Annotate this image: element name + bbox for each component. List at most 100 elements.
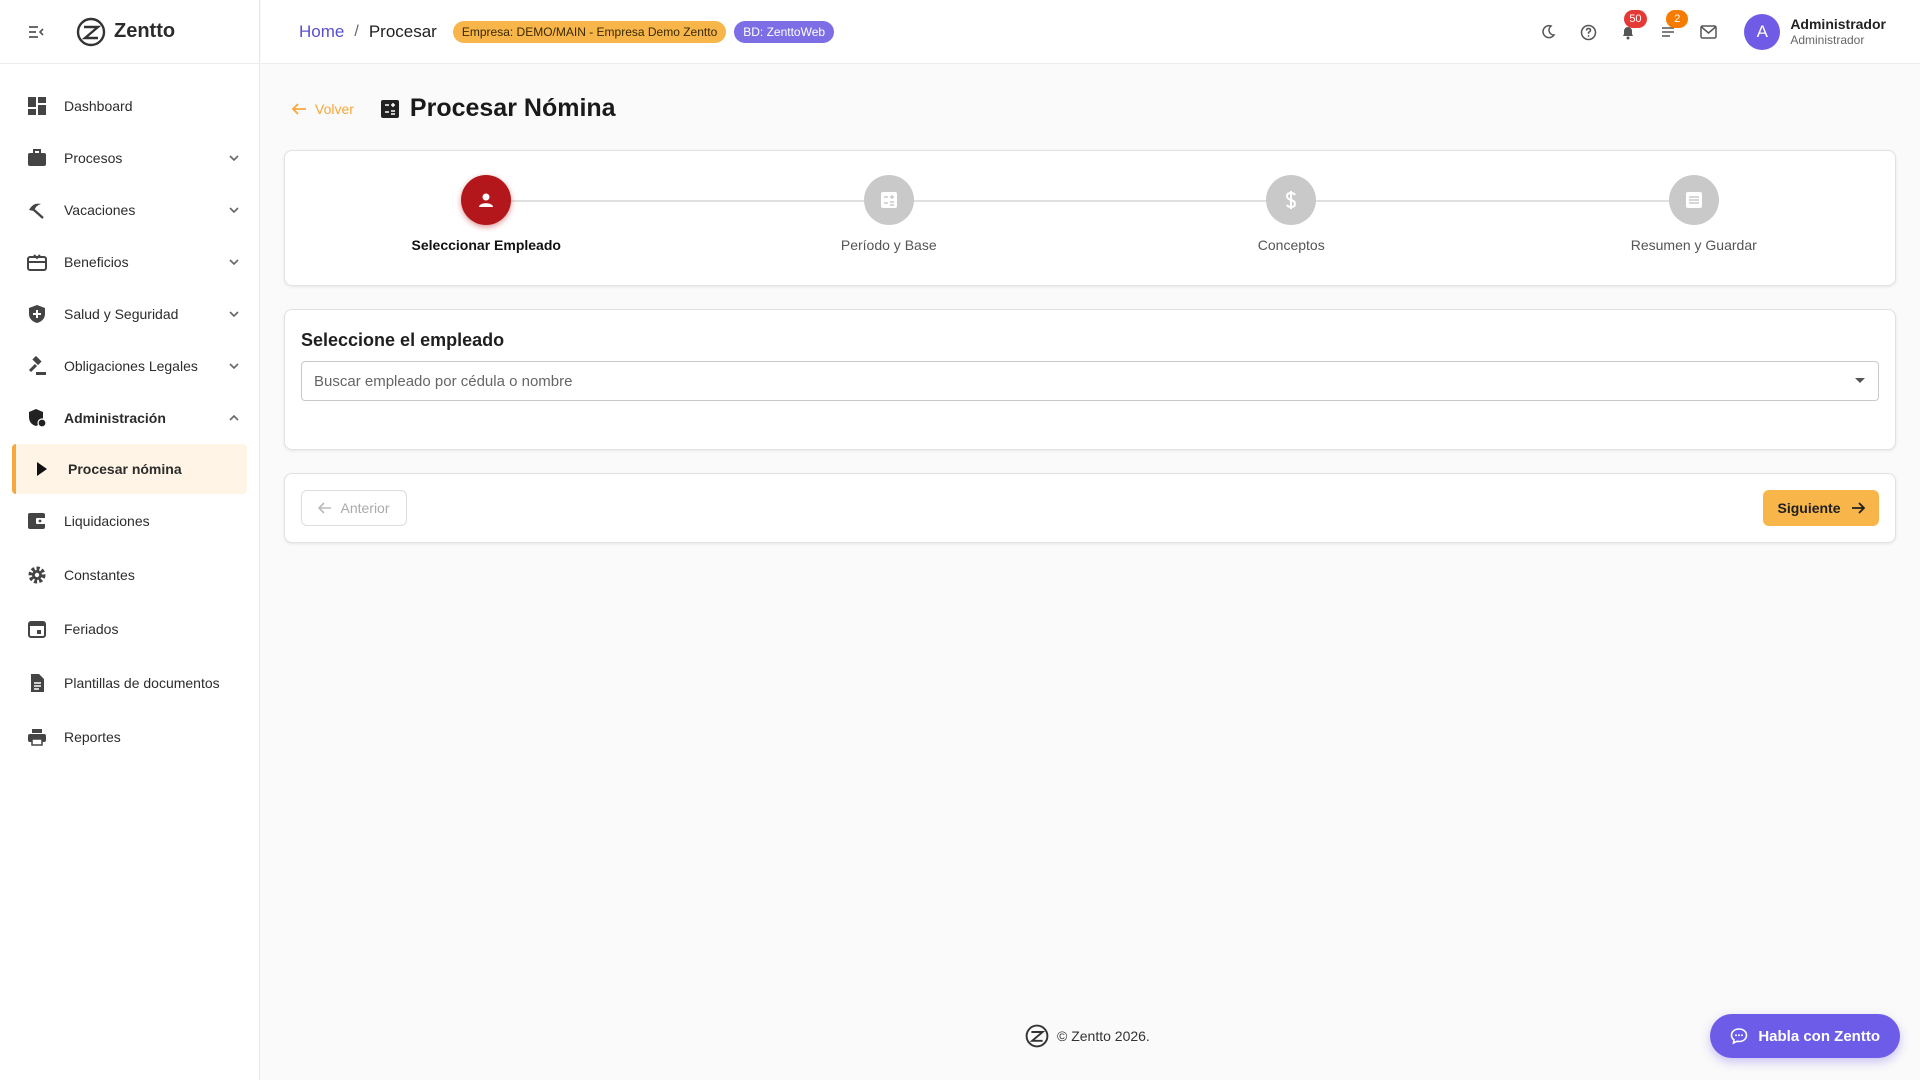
chevron-down-icon: [229, 155, 239, 162]
sidebar-item-label: Vacaciones: [64, 202, 136, 218]
sidebar-item-label: Obligaciones Legales: [64, 358, 198, 374]
breadcrumb-current: Procesar: [368, 21, 437, 41]
sidebar-item-label: Reportes: [64, 729, 121, 745]
gift-card-icon: [26, 251, 48, 273]
calculator-title-icon: [380, 99, 399, 118]
sidebar-item-reportes[interactable]: Reportes: [0, 710, 259, 764]
chevron-down-icon: [229, 259, 239, 266]
notifications-bell-icon[interactable]: 50: [1618, 10, 1647, 42]
sidebar-item-label: Dashboard: [64, 98, 133, 114]
tasks-list-icon[interactable]: 2: [1658, 10, 1689, 42]
arrow-left-icon: [318, 502, 332, 514]
sidebar: Zentto Dashboard Procesos Vacaciones Ben…: [0, 0, 260, 1080]
dropdown-caret-icon[interactable]: [1854, 374, 1866, 386]
sidebar-item-beneficios[interactable]: Beneficios: [0, 236, 259, 288]
sidebar-nav: Dashboard Procesos Vacaciones Beneficios…: [0, 64, 259, 764]
sidebar-header: Zentto: [0, 0, 259, 64]
step-circle: [461, 175, 512, 225]
sidebar-item-label: Plantillas de documentos: [64, 675, 220, 691]
play-icon: [30, 458, 52, 480]
sidebar-item-label: Constantes: [64, 567, 135, 583]
step-conceptos[interactable]: Conceptos: [1161, 175, 1421, 253]
dark-mode-icon[interactable]: [1538, 22, 1558, 42]
user-info[interactable]: Administrador Administrador: [1790, 16, 1886, 49]
next-label: Siguiente: [1777, 500, 1841, 516]
sidebar-item-vacaciones[interactable]: Vacaciones: [0, 184, 259, 236]
mail-icon[interactable]: [1698, 22, 1718, 42]
beach-icon: [26, 199, 48, 221]
next-button[interactable]: Siguiente: [1763, 490, 1879, 526]
zentto-logo-icon: [1025, 1024, 1049, 1048]
user-role: Administrador: [1790, 33, 1865, 48]
sidebar-item-dashboard[interactable]: Dashboard: [0, 80, 259, 132]
chat-label: Habla con Zentto: [1758, 1027, 1880, 1045]
logo[interactable]: Zentto: [76, 17, 175, 47]
shield-icon: [26, 303, 48, 325]
dashboard-icon: [26, 95, 48, 117]
wizard-stepper: Seleccionar Empleado Período y Base Conc…: [284, 150, 1896, 286]
chevron-down-icon: [229, 207, 239, 214]
menu-collapse-icon[interactable]: [28, 23, 46, 41]
tasks-count-badge: 2: [1666, 10, 1689, 28]
sidebar-item-label: Procesos: [64, 150, 123, 166]
chevron-down-icon: [229, 363, 239, 370]
sidebar-item-salud-seguridad[interactable]: Salud y Seguridad: [0, 288, 259, 340]
document-icon: [26, 672, 48, 694]
sidebar-item-label: Salud y Seguridad: [64, 306, 179, 322]
step-label: Período y Base: [840, 237, 937, 253]
avatar[interactable]: A: [1744, 14, 1781, 50]
previous-label: Anterior: [340, 500, 390, 516]
employee-search-input[interactable]: Buscar empleado por cédula o nombre: [301, 361, 1879, 401]
printer-icon: [26, 726, 48, 748]
employee-select-card: Seleccione el empleado Buscar empleado p…: [284, 309, 1896, 450]
sidebar-item-feriados[interactable]: Feriados: [0, 602, 259, 656]
arrow-right-icon: [1851, 502, 1865, 514]
briefcase-icon: [26, 147, 48, 169]
breadcrumb-home-link[interactable]: Home: [299, 22, 344, 42]
main-content: Volver Procesar Nómina Seleccionar Emple…: [261, 64, 1920, 1080]
back-button[interactable]: Volver: [291, 101, 354, 117]
calculator-icon: [880, 192, 897, 208]
employee-select-title: Seleccione el empleado: [301, 330, 505, 350]
zentto-logo-icon: [76, 17, 106, 46]
step-label: Resumen y Guardar: [1630, 237, 1757, 253]
sidebar-item-procesar-nomina[interactable]: Procesar nómina: [12, 444, 247, 494]
breadcrumb-separator: /: [354, 22, 359, 40]
wallet-icon: [26, 510, 48, 532]
chevron-up-icon: [229, 414, 239, 421]
sidebar-item-procesos[interactable]: Procesos: [0, 132, 259, 184]
step-circle: [1668, 175, 1719, 225]
wizard-navigation: Anterior Siguiente: [284, 473, 1896, 543]
stepper-connector: [505, 200, 1675, 202]
sidebar-item-label: Administración: [64, 410, 166, 426]
chat-button[interactable]: Habla con Zentto: [1710, 1014, 1900, 1058]
top-header: Home / Procesar Empresa: DEMO/MAIN - Emp…: [261, 0, 1920, 64]
database-badge: BD: ZenttoWeb: [734, 20, 835, 43]
back-label: Volver: [315, 100, 354, 117]
admin-shield-icon: [26, 407, 48, 429]
header-actions: 50 2 A Administrador Administrador: [1518, 0, 1886, 64]
previous-button[interactable]: Anterior: [301, 490, 407, 526]
notifications-count-badge: 50: [1624, 10, 1647, 28]
gavel-icon: [26, 355, 48, 377]
step-resumen-guardar[interactable]: Resumen y Guardar: [1564, 175, 1824, 253]
gear-icon: [26, 564, 48, 586]
sidebar-item-administracion[interactable]: Administración: [0, 392, 259, 444]
arrow-left-icon: [291, 102, 306, 115]
step-seleccionar-empleado[interactable]: Seleccionar Empleado: [356, 175, 616, 253]
footer-copyright: © Zentto 2026.: [1057, 1028, 1150, 1044]
chevron-down-icon: [229, 311, 239, 318]
sidebar-item-label: Liquidaciones: [64, 513, 150, 529]
sidebar-item-liquidaciones[interactable]: Liquidaciones: [0, 494, 259, 548]
user-name: Administrador: [1790, 15, 1886, 32]
empresa-badge: Empresa: DEMO/MAIN - Empresa Demo Zentto: [452, 20, 727, 43]
step-periodo-base[interactable]: Período y Base: [759, 175, 1019, 253]
breadcrumb: Home / Procesar: [299, 22, 437, 42]
employee-search-placeholder: Buscar empleado por cédula o nombre: [314, 372, 573, 390]
sidebar-item-plantillas-documentos[interactable]: Plantillas de documentos: [0, 656, 259, 710]
help-icon[interactable]: [1578, 22, 1598, 42]
sidebar-item-constantes[interactable]: Constantes: [0, 548, 259, 602]
footer: © Zentto 2026.: [1025, 1024, 1150, 1048]
sidebar-item-label: Procesar nómina: [68, 461, 182, 477]
sidebar-item-obligaciones-legales[interactable]: Obligaciones Legales: [0, 340, 259, 392]
